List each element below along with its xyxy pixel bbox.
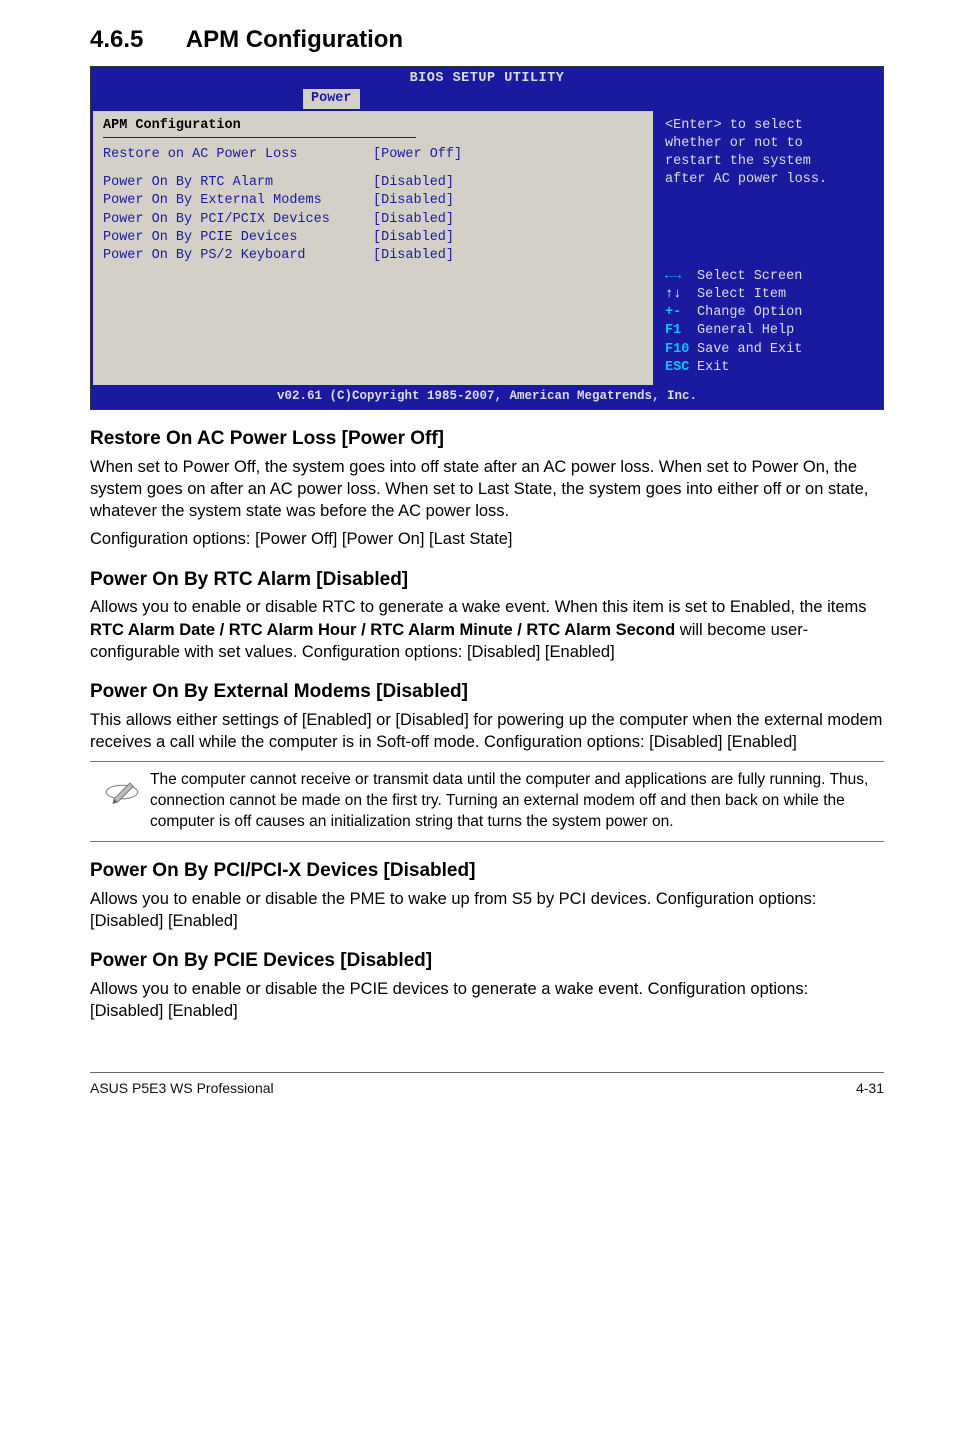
subheading-restore: Restore On AC Power Loss [Power Off] xyxy=(90,426,884,452)
body-text-span: Allows you to enable or disable RTC to g… xyxy=(90,598,867,616)
bios-title: BIOS SETUP UTILITY xyxy=(410,71,565,86)
bios-nav-text: Change Option xyxy=(697,305,802,320)
bios-help-line: whether or not to xyxy=(665,135,873,153)
page-footer: ASUS P5E3 WS Professional 4-31 xyxy=(90,1072,884,1098)
note-text: The computer cannot receive or transmit … xyxy=(150,770,880,833)
bios-help-line: <Enter> to select xyxy=(665,117,873,135)
body-text: Allows you to enable or disable RTC to g… xyxy=(90,596,884,663)
bios-nav-text: Select Screen xyxy=(697,269,802,284)
bios-help-panel: <Enter> to select whether or not to rest… xyxy=(655,111,883,387)
plusminus-icon: +- xyxy=(665,304,697,322)
bios-row-label: Power On By External Modems xyxy=(103,192,373,210)
subheading-rtc: Power On By RTC Alarm [Disabled] xyxy=(90,567,884,593)
bios-row-label: Restore on AC Power Loss xyxy=(103,146,373,164)
arrow-lr-icon: ←→ xyxy=(665,268,697,286)
pencil-note-icon xyxy=(94,770,150,816)
subheading-pci: Power On By PCI/PCI-X Devices [Disabled] xyxy=(90,858,884,884)
bios-nav-text: Exit xyxy=(697,360,729,375)
footer-product: ASUS P5E3 WS Professional xyxy=(90,1079,274,1098)
subheading-pcie: Power On By PCIE Devices [Disabled] xyxy=(90,948,884,974)
bios-nav-text: Save and Exit xyxy=(697,342,802,357)
body-text: When set to Power Off, the system goes i… xyxy=(90,456,884,523)
bios-screenshot: BIOS SETUP UTILITY Power APM Configurati… xyxy=(90,66,884,410)
bios-row-value: [Disabled] xyxy=(373,211,643,229)
bios-row-label: Power On By PCIE Devices xyxy=(103,229,373,247)
bios-copyright: v02.61 (C)Copyright 1985-2007, American … xyxy=(91,387,883,409)
section-title: APM Configuration xyxy=(186,26,403,53)
footer-page-number: 4-31 xyxy=(856,1079,884,1098)
note-box: The computer cannot receive or transmit … xyxy=(90,761,884,842)
esc-key-icon: ESC xyxy=(665,359,697,377)
bios-row: Power On By PCI/PCIX Devices [Disabled] xyxy=(103,211,643,229)
bios-row: Power On By PS/2 Keyboard [Disabled] xyxy=(103,247,643,265)
bios-row-label: Power On By PS/2 Keyboard xyxy=(103,247,373,265)
f10-key-icon: F10 xyxy=(665,341,697,359)
bios-row: Power On By PCIE Devices [Disabled] xyxy=(103,229,643,247)
bios-panel-heading: APM Configuration xyxy=(103,117,643,135)
bios-help-line: restart the system xyxy=(665,153,873,171)
subheading-modem: Power On By External Modems [Disabled] xyxy=(90,679,884,705)
bios-row-value: [Disabled] xyxy=(373,174,643,192)
bios-row-value: [Power Off] xyxy=(373,146,643,164)
bios-row-label: Power On By RTC Alarm xyxy=(103,174,373,192)
bios-row-label: Power On By PCI/PCIX Devices xyxy=(103,211,373,229)
bios-row: Power On By RTC Alarm [Disabled] xyxy=(103,174,643,192)
bios-row-value: [Disabled] xyxy=(373,247,643,265)
bios-nav-text: General Help xyxy=(697,323,794,338)
bios-main-panel: APM Configuration Restore on AC Power Lo… xyxy=(93,111,653,385)
section-heading: 4.6.5 APM Configuration xyxy=(90,24,884,56)
body-text: Allows you to enable or disable the PCIE… xyxy=(90,978,884,1023)
bios-nav-legend: ←→Select Screen ↑↓Select Item +-Change O… xyxy=(665,268,873,377)
body-text: This allows either settings of [Enabled]… xyxy=(90,709,884,754)
section-number: 4.6.5 xyxy=(90,24,180,56)
body-text: Configuration options: [Power Off] [Powe… xyxy=(90,528,884,550)
bios-row: Restore on AC Power Loss [Power Off] xyxy=(103,146,643,164)
body-text: Allows you to enable or disable the PME … xyxy=(90,888,884,933)
bios-row-value: [Disabled] xyxy=(373,229,643,247)
f1-key-icon: F1 xyxy=(665,322,697,340)
body-text-bold: RTC Alarm Date / RTC Alarm Hour / RTC Al… xyxy=(90,621,675,639)
bios-tab-power: Power xyxy=(303,89,360,109)
bios-row: Power On By External Modems [Disabled] xyxy=(103,192,643,210)
bios-row-value: [Disabled] xyxy=(373,192,643,210)
bios-nav-text: Select Item xyxy=(697,287,786,302)
arrow-ud-icon: ↑↓ xyxy=(665,286,697,304)
bios-help-line: after AC power loss. xyxy=(665,171,873,189)
